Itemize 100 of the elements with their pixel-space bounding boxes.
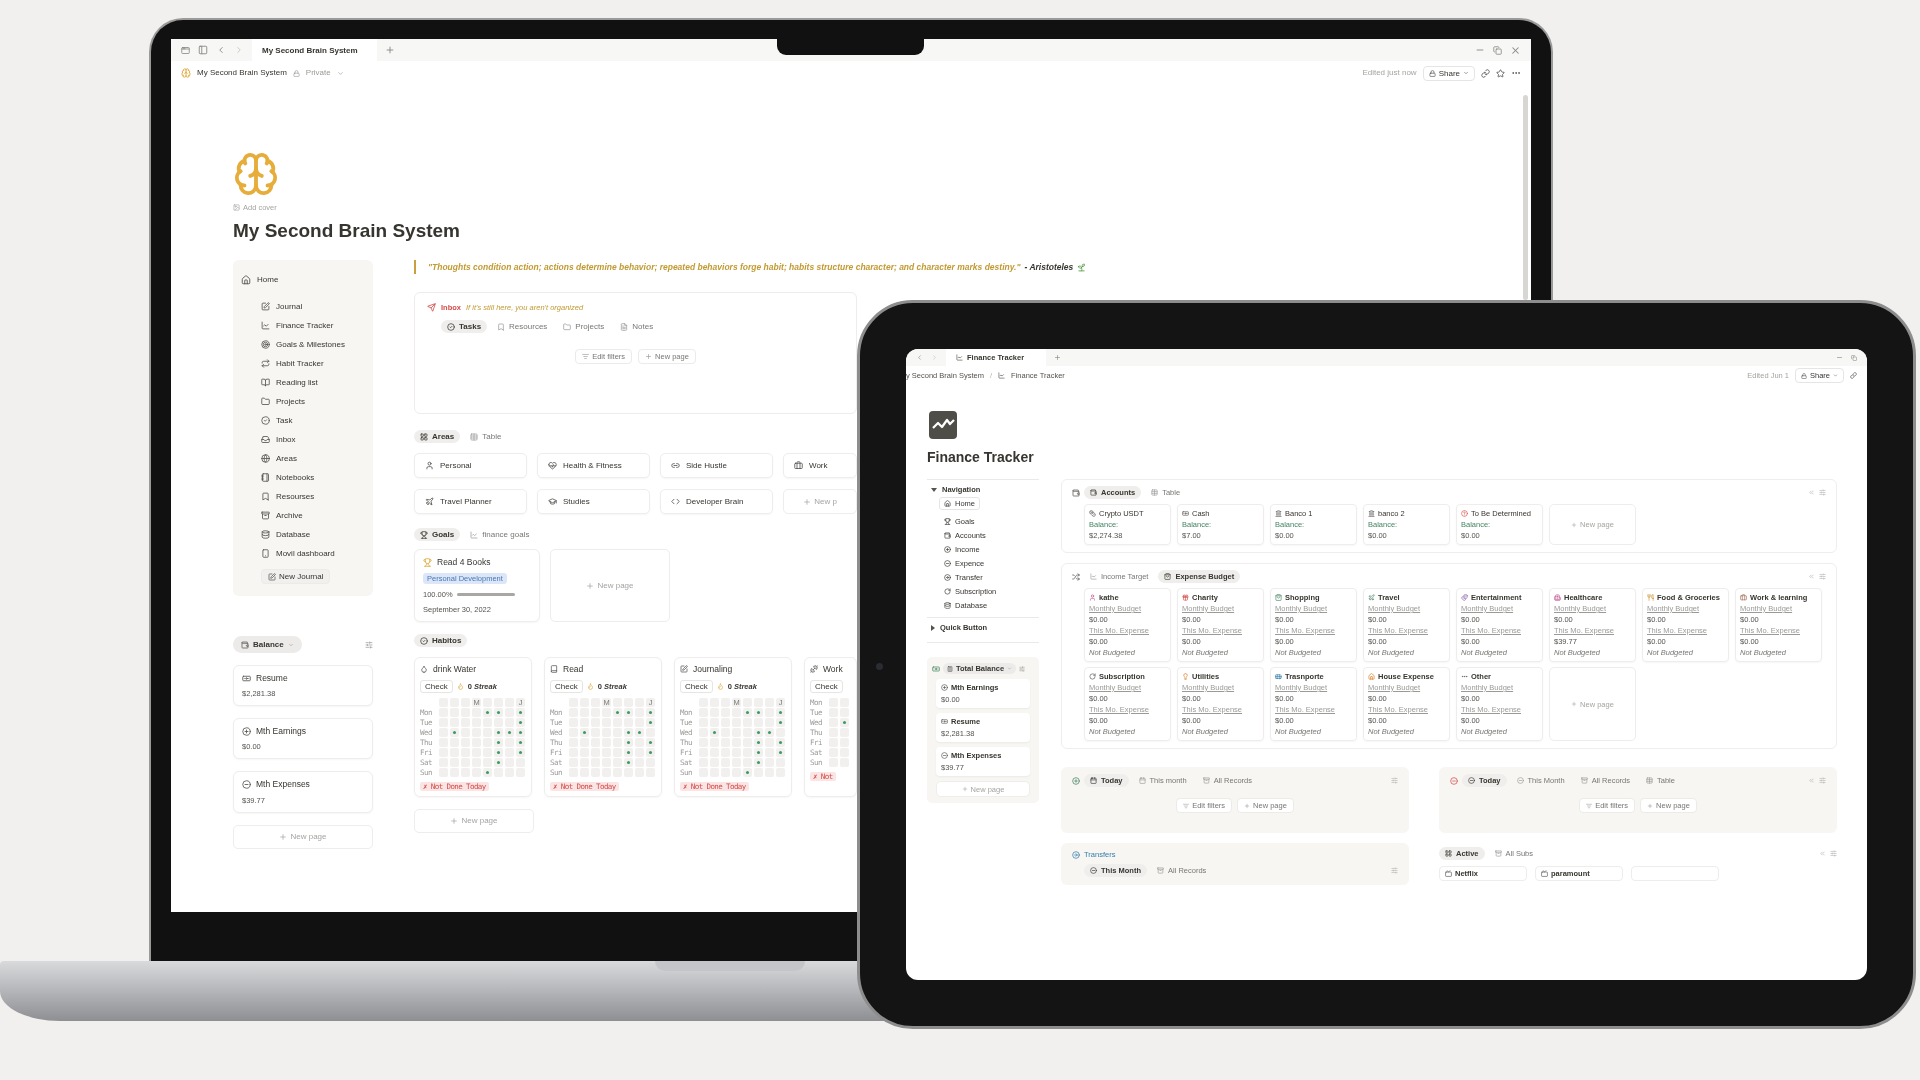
- area-card[interactable]: Studies: [537, 489, 650, 515]
- habit-title: drink Water: [433, 664, 477, 675]
- share-button[interactable]: Share: [1422, 65, 1475, 81]
- nav-link[interactable]: Goals & Milestones: [261, 335, 365, 354]
- day-cell[interactable]: [516, 747, 525, 757]
- check-button[interactable]: Check: [420, 679, 453, 693]
- day-cell[interactable]: [516, 717, 525, 727]
- day-cell[interactable]: [494, 757, 503, 767]
- day-cell[interactable]: [776, 747, 785, 757]
- day-cell[interactable]: [624, 747, 633, 757]
- nav-link[interactable]: Home: [241, 270, 365, 289]
- nav-link[interactable]: Journal: [261, 297, 365, 316]
- check-button[interactable]: Check: [810, 679, 843, 693]
- nav-link[interactable]: Archive: [261, 506, 365, 525]
- area-card[interactable]: Developer Brain: [660, 489, 773, 515]
- day-cell[interactable]: [743, 707, 752, 717]
- day-cell[interactable]: [754, 727, 763, 737]
- view-tab[interactable]: Goals: [414, 528, 461, 542]
- day-cell[interactable]: [646, 707, 655, 717]
- view-tab[interactable]: Habitos: [414, 634, 468, 648]
- day-cell[interactable]: [646, 717, 655, 727]
- day-cell[interactable]: [754, 707, 763, 717]
- nav-link[interactable]: Database: [261, 525, 365, 544]
- gift-icon: [1182, 594, 1189, 601]
- day-cell[interactable]: [624, 757, 633, 767]
- area-card[interactable]: Health & Fitness: [537, 453, 650, 479]
- view-tab[interactable]: finance goals: [464, 528, 536, 542]
- browser-tab[interactable]: My Second Brain System: [252, 39, 377, 61]
- day-cell[interactable]: [494, 737, 503, 747]
- sliders-icon: [365, 640, 373, 649]
- nav-link[interactable]: Inbox: [261, 430, 365, 449]
- area-card[interactable]: Personal: [414, 453, 527, 479]
- day-cell[interactable]: [776, 737, 785, 747]
- view-tab[interactable]: Areas: [414, 430, 461, 444]
- day-cell[interactable]: [776, 717, 785, 727]
- nav-link[interactable]: Task: [261, 411, 365, 430]
- day-cell[interactable]: [840, 717, 849, 727]
- day-cell[interactable]: [483, 707, 492, 717]
- minimize-icon: [1836, 354, 1843, 361]
- day-cell[interactable]: [624, 737, 633, 747]
- house-icon: [944, 500, 951, 507]
- day-cell[interactable]: [516, 737, 525, 747]
- view-tab[interactable]: Table: [464, 430, 508, 444]
- day-cell[interactable]: [743, 767, 752, 777]
- view-tab[interactable]: Projects: [557, 320, 611, 334]
- link-icon: [671, 461, 680, 471]
- database-icon: [944, 602, 951, 609]
- grid-icon: [1445, 850, 1452, 857]
- lock-icon: [292, 69, 300, 77]
- caret-icon[interactable]: [931, 487, 937, 492]
- habit-title: Work: [823, 664, 843, 675]
- day-cell[interactable]: [516, 727, 525, 737]
- close-icon: [1510, 44, 1521, 56]
- area-card[interactable]: Side Hustle: [660, 453, 773, 479]
- nav-link[interactable]: Movil dashboard: [261, 544, 365, 563]
- day-cell[interactable]: [624, 707, 633, 717]
- area-card[interactable]: Travel Planner: [414, 489, 527, 515]
- day-cell[interactable]: [710, 727, 719, 737]
- nav-link[interactable]: Habit Tracker: [261, 354, 365, 373]
- nav-link[interactable]: Finance Tracker: [261, 316, 365, 335]
- day-cell[interactable]: [483, 767, 492, 777]
- calculator-icon: [947, 665, 953, 672]
- nav-link[interactable]: Notebooks: [261, 468, 365, 487]
- day-cell[interactable]: [505, 727, 514, 737]
- day-cell[interactable]: [646, 737, 655, 747]
- filter-icon: [582, 353, 590, 361]
- day-cell[interactable]: [494, 747, 503, 757]
- day-cell[interactable]: [494, 707, 503, 717]
- day-cell[interactable]: [494, 727, 503, 737]
- nav-link[interactable]: Projects: [261, 392, 365, 411]
- card-title: Mth Expenses: [256, 779, 310, 790]
- caret-icon[interactable]: [931, 624, 935, 631]
- minus-circle-icon: [944, 560, 951, 567]
- day-cell[interactable]: [450, 727, 459, 737]
- day-cell[interactable]: [754, 747, 763, 757]
- day-cell[interactable]: [776, 707, 785, 717]
- day-cell[interactable]: [580, 727, 589, 737]
- view-tab[interactable]: Notes: [614, 320, 660, 334]
- nav-link[interactable]: Resourses: [261, 487, 365, 506]
- scrollbar[interactable]: [1523, 95, 1528, 300]
- view-tab[interactable]: Resources: [491, 320, 554, 334]
- nav-link[interactable]: Reading list: [261, 373, 365, 392]
- breadcrumb[interactable]: My Second Brain System: [197, 68, 287, 78]
- day-cell[interactable]: [765, 727, 774, 737]
- new-journal-button[interactable]: New Journal: [261, 569, 331, 584]
- bookmark-icon: [261, 492, 270, 501]
- habit-title: Read: [563, 664, 584, 675]
- day-cell[interactable]: [754, 757, 763, 767]
- nav-link[interactable]: Areas: [261, 449, 365, 468]
- day-cell[interactable]: [646, 747, 655, 757]
- day-cell[interactable]: [624, 727, 633, 737]
- balance-view-button[interactable]: Balance: [233, 636, 302, 653]
- view-tab[interactable]: Tasks: [441, 320, 488, 334]
- day-cell[interactable]: [635, 727, 644, 737]
- check-button[interactable]: Check: [550, 679, 583, 693]
- day-cell[interactable]: [754, 737, 763, 747]
- day-cell[interactable]: [516, 707, 525, 717]
- day-cell[interactable]: [613, 707, 622, 717]
- sliders-icon: [1819, 573, 1826, 580]
- check-button[interactable]: Check: [680, 679, 713, 693]
